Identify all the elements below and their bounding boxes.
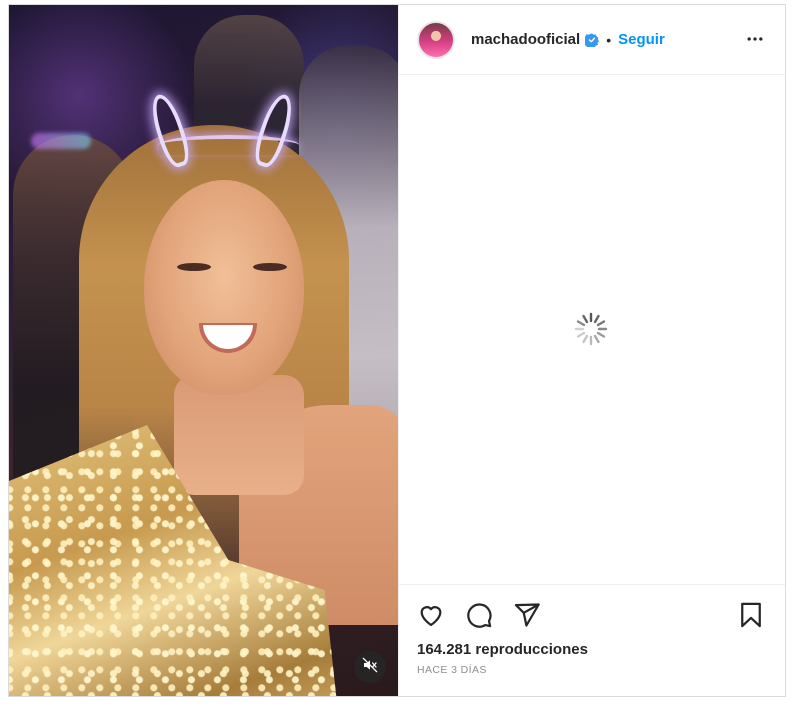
- eye: [177, 263, 211, 271]
- loading-spinner-icon: [573, 311, 609, 347]
- views-count[interactable]: 164.281 reproducciones: [417, 641, 588, 658]
- username-link[interactable]: machadooficial: [471, 31, 580, 48]
- mute-toggle-button[interactable]: [354, 651, 386, 683]
- separator-dot: •: [606, 31, 612, 48]
- verified-badge-icon: [585, 32, 600, 47]
- action-bar: [417, 601, 541, 629]
- eye: [253, 263, 287, 271]
- follow-button[interactable]: Seguir: [618, 31, 665, 48]
- post-header: machadooficial • Seguir: [399, 5, 785, 75]
- post-video[interactable]: [9, 5, 398, 696]
- more-options-icon[interactable]: [745, 29, 765, 54]
- avatar[interactable]: [417, 20, 455, 59]
- post-footer: 164.281 reproducciones HACE 3 DÍAS: [399, 584, 785, 696]
- glowing-headband: [31, 133, 91, 149]
- instagram-post: machadooficial • Seguir 164.281 reproduc…: [8, 4, 786, 697]
- comment-icon[interactable]: [465, 601, 493, 629]
- bookmark-icon[interactable]: [737, 601, 765, 629]
- heart-icon[interactable]: [417, 601, 445, 629]
- woman-face: [144, 180, 304, 395]
- paper-plane-icon[interactable]: [513, 601, 541, 629]
- post-timestamp[interactable]: HACE 3 DÍAS: [417, 664, 487, 676]
- muted-speaker-icon: [362, 657, 378, 678]
- post-side-panel: machadooficial • Seguir 164.281 reproduc…: [398, 5, 785, 696]
